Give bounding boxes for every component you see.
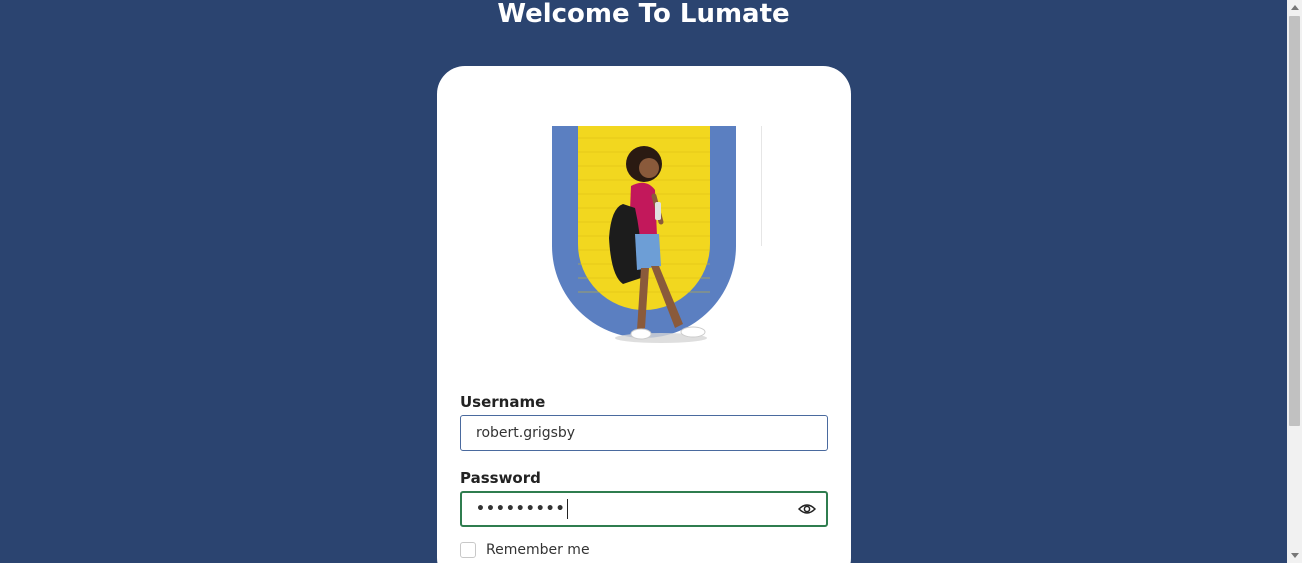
- hero-divider: [761, 126, 762, 246]
- password-value: •••••••••: [476, 501, 566, 517]
- vertical-scrollbar[interactable]: [1287, 0, 1302, 563]
- password-input[interactable]: •••••••••: [460, 491, 828, 527]
- username-label: Username: [460, 393, 546, 411]
- text-caret: [566, 499, 568, 519]
- scroll-up-icon[interactable]: [1291, 5, 1299, 10]
- scroll-down-icon[interactable]: [1291, 553, 1299, 558]
- page-title: Welcome To Lumate: [497, 0, 790, 29]
- username-input[interactable]: robert.grigsby: [460, 415, 828, 451]
- scroll-thumb[interactable]: [1289, 16, 1300, 426]
- password-label: Password: [460, 469, 541, 487]
- remember-me[interactable]: Remember me: [460, 542, 590, 558]
- eye-icon[interactable]: [797, 501, 817, 517]
- login-card: Username robert.grigsby Password •••••••…: [437, 66, 851, 563]
- hero-illustration: [552, 126, 736, 343]
- username-value: robert.grigsby: [476, 425, 576, 441]
- remember-me-checkbox[interactable]: [460, 542, 476, 558]
- remember-me-label: Remember me: [486, 542, 590, 558]
